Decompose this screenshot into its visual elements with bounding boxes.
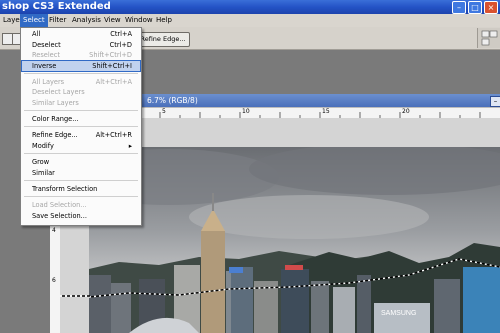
- document-minimize-button[interactable]: –: [490, 96, 500, 107]
- ruler-tick: 4: [52, 227, 56, 234]
- menu-item-similar-layers: Similar Layers: [32, 99, 79, 107]
- selection-marquee: [60, 295, 90, 297]
- ruler-tick: 5: [162, 108, 166, 115]
- menu-item-modify[interactable]: Modify ▸: [22, 141, 140, 151]
- refine-edge-button[interactable]: Refine Edge...: [136, 32, 190, 47]
- menu-item-all-layers: All Layers Alt+Ctrl+A: [32, 78, 132, 86]
- menu-window[interactable]: Window: [122, 14, 156, 27]
- menu-item-inverse[interactable]: Inverse Shift+Ctrl+I: [21, 60, 141, 72]
- samsung-sign: SAMSUNG: [381, 310, 416, 317]
- menu-separator: [24, 110, 138, 111]
- menu-separator: [24, 196, 138, 197]
- ruler-tick: 10: [242, 108, 250, 115]
- menu-filter[interactable]: Filter: [46, 14, 69, 27]
- menu-item-save-selection[interactable]: Save Selection...: [22, 211, 140, 221]
- document-title: 6.7% (RGB/8): [147, 96, 198, 105]
- app-title: shop CS3 Extended: [2, 1, 111, 12]
- menu-item-color-range[interactable]: Color Range...: [22, 114, 140, 124]
- ruler-tick: 15: [322, 108, 330, 115]
- menu-select[interactable]: Select: [20, 14, 48, 27]
- ruler-tick: 20: [402, 108, 410, 115]
- menu-separator: [24, 73, 138, 74]
- menu-item-all[interactable]: All Ctrl+A: [22, 29, 140, 39]
- menu-bar: Layer Select Filter Analysis View Window…: [0, 14, 500, 28]
- submenu-arrow-icon: ▸: [128, 142, 132, 150]
- palette-well[interactable]: [477, 28, 500, 48]
- palette-icon: [481, 30, 498, 46]
- menu-separator: [24, 126, 138, 127]
- maximize-icon[interactable]: □: [468, 1, 482, 14]
- menu-item-refine-edge[interactable]: Refine Edge... Alt+Ctrl+R: [22, 130, 140, 140]
- menu-view[interactable]: View: [101, 14, 124, 27]
- minimize-icon[interactable]: –: [452, 1, 466, 14]
- menu-item-load-selection: Load Selection...: [32, 201, 87, 209]
- menu-separator: [24, 180, 138, 181]
- menu-item-grow[interactable]: Grow: [22, 157, 140, 167]
- menu-separator: [24, 153, 138, 154]
- select-menu-dropdown: All Ctrl+A Deselect Ctrl+D Reselect Shift+C…: [20, 27, 142, 226]
- window-controls: – □ ×: [452, 1, 498, 14]
- close-icon[interactable]: ×: [484, 1, 498, 14]
- menu-item-deselect-layers: Deselect Layers: [32, 88, 85, 96]
- skyline-photo[interactable]: SAMSUNG: [89, 147, 500, 333]
- ruler-tick: 6: [52, 277, 56, 284]
- menu-item-reselect: Reselect Shift+Ctrl+D: [32, 51, 132, 59]
- menu-item-deselect[interactable]: Deselect Ctrl+D: [22, 40, 140, 50]
- menu-analysis[interactable]: Analysis: [69, 14, 104, 27]
- menu-help[interactable]: Help: [153, 14, 175, 27]
- menu-item-similar[interactable]: Similar: [22, 168, 140, 178]
- menu-item-transform-selection[interactable]: Transform Selection: [22, 184, 140, 194]
